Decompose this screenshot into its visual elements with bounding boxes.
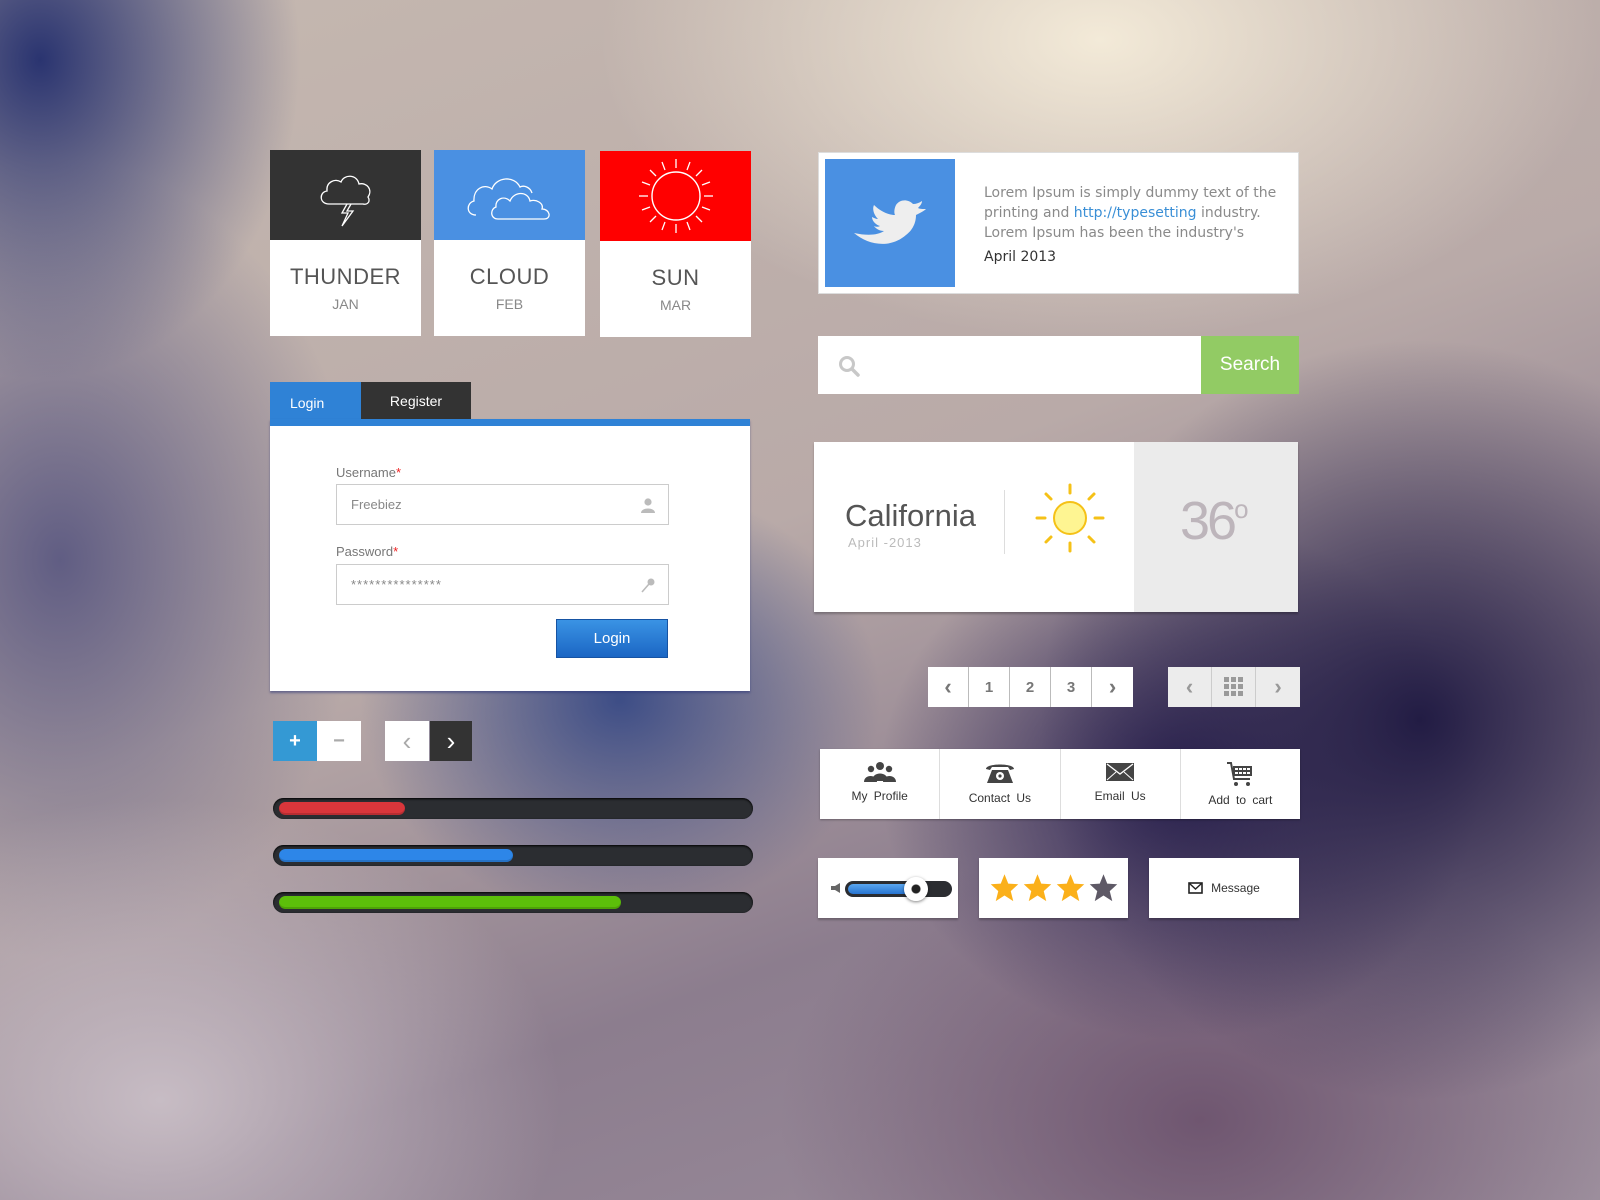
star-filled-icon[interactable]	[1022, 873, 1053, 903]
login-tabs: Login Register	[270, 382, 471, 419]
password-input[interactable]	[337, 565, 627, 604]
pagination-prev[interactable]: ‹	[928, 667, 969, 707]
tile-header	[270, 150, 421, 240]
divider	[1004, 490, 1005, 554]
envelope-icon	[1106, 763, 1135, 781]
cart-icon	[1227, 762, 1253, 786]
envelope-icon	[1188, 882, 1203, 894]
star-rating[interactable]	[979, 858, 1128, 918]
menu-item-label: Contact Us	[968, 791, 1032, 805]
menu-item-label: My Profile	[851, 789, 908, 803]
weather-tile-cloud[interactable]: CLOUD FEB	[434, 150, 585, 336]
progress-fill	[279, 802, 406, 815]
tile-header	[600, 151, 751, 241]
prev-button[interactable]: ‹	[385, 721, 429, 761]
search-icon	[839, 356, 860, 377]
tweet-date: April 2013	[984, 249, 1057, 265]
grid-next[interactable]: ›	[1256, 667, 1300, 707]
search-input[interactable]	[868, 336, 1198, 394]
progress-bar-green	[273, 892, 753, 913]
menu-item-my-profile[interactable]: My Profile	[820, 749, 941, 819]
message-label: Message	[1211, 881, 1260, 895]
weather-date: April -2013	[848, 535, 922, 550]
password-field-wrapper	[336, 564, 669, 605]
pagination-page-2[interactable]: 2	[1010, 667, 1051, 707]
progress-fill	[279, 896, 621, 909]
volume-widget	[818, 858, 958, 918]
weather-tile-thunder[interactable]: THUNDER JAN	[270, 150, 421, 336]
tile-title: SUN	[651, 265, 700, 290]
username-input[interactable]	[337, 485, 627, 524]
telephone-icon	[985, 764, 1014, 783]
temperature: 36o	[1180, 490, 1249, 552]
menu-item-add-to-cart[interactable]: Add to cart	[1181, 749, 1300, 819]
login-form: Username* Password* Login	[270, 419, 750, 691]
weather-tile-sun[interactable]: SUN MAR	[600, 151, 751, 337]
tile-header	[434, 150, 585, 240]
username-label-text: Username	[336, 465, 396, 480]
key-icon	[641, 578, 655, 593]
tab-login[interactable]: Login	[270, 382, 361, 419]
menu-item-label: Add to cart	[1208, 793, 1273, 807]
tile-month: JAN	[332, 296, 359, 312]
password-label-text: Password	[336, 544, 394, 559]
decrement-button[interactable]: −	[317, 721, 361, 761]
tile-month: MAR	[659, 297, 692, 313]
tweet-link[interactable]: http://typesetting	[1074, 205, 1197, 221]
progress-bar-red	[273, 798, 753, 819]
pagination: ‹ 1 2 3 ›	[928, 667, 1133, 707]
pagination-page-3[interactable]: 3	[1051, 667, 1092, 707]
next-button[interactable]: ›	[430, 721, 472, 761]
search-button[interactable]: Search	[1201, 336, 1299, 394]
temperature-panel: 36o	[1134, 442, 1298, 612]
users-icon	[863, 762, 896, 782]
required-mark: *	[395, 465, 402, 480]
progress-bar-blue	[273, 845, 753, 866]
increment-button[interactable]: +	[273, 721, 317, 761]
star-filled-icon[interactable]	[1055, 873, 1086, 903]
required-mark: *	[393, 544, 399, 559]
sun-icon	[1035, 483, 1105, 553]
pagination-page-1[interactable]: 1	[969, 667, 1010, 707]
city-name: California	[845, 498, 976, 533]
tile-title: THUNDER	[289, 264, 402, 289]
star-filled-icon[interactable]	[989, 873, 1020, 903]
weather-card: California April -2013 36o	[814, 442, 1298, 612]
menu-item-label: Email Us	[1094, 789, 1146, 803]
search-bar: Search	[818, 336, 1299, 394]
user-icon	[641, 498, 655, 513]
grid-prev[interactable]: ‹	[1168, 667, 1212, 707]
progress-fill	[279, 849, 513, 862]
icon-menu: My Profile Contact Us Email Us Add to ca…	[820, 749, 1300, 819]
password-label: Password*	[336, 544, 398, 559]
grid-icon	[1223, 677, 1243, 696]
grid-view-button[interactable]	[1212, 667, 1256, 707]
username-field-wrapper	[336, 484, 669, 525]
tab-register[interactable]: Register	[361, 382, 471, 419]
speaker-icon	[831, 883, 840, 893]
sun-icon	[638, 159, 713, 233]
degree-symbol: o	[1234, 494, 1249, 524]
twitter-bird-icon	[825, 159, 955, 287]
thunderstorm-icon	[320, 175, 370, 227]
menu-item-email-us[interactable]: Email Us	[1061, 749, 1181, 819]
tile-title: CLOUD	[469, 264, 550, 289]
login-submit-button[interactable]: Login	[556, 619, 668, 658]
volume-knob[interactable]	[903, 877, 928, 901]
pagination-next[interactable]: ›	[1092, 667, 1133, 707]
tweet-text: Lorem Ipsum is simply dummy text of the …	[984, 183, 1284, 243]
pagination-grid: ‹ ›	[1168, 667, 1300, 707]
tweet-card: Lorem Ipsum is simply dummy text of the …	[818, 152, 1299, 294]
tile-month: FEB	[495, 296, 524, 312]
volume-slider[interactable]	[845, 877, 952, 901]
message-button[interactable]: Message	[1149, 858, 1299, 918]
menu-item-contact-us[interactable]: Contact Us	[940, 749, 1061, 819]
temperature-value: 36	[1180, 491, 1237, 551]
cloud-icon	[467, 178, 550, 220]
username-label: Username*	[336, 465, 401, 480]
star-empty-icon[interactable]	[1088, 873, 1119, 903]
